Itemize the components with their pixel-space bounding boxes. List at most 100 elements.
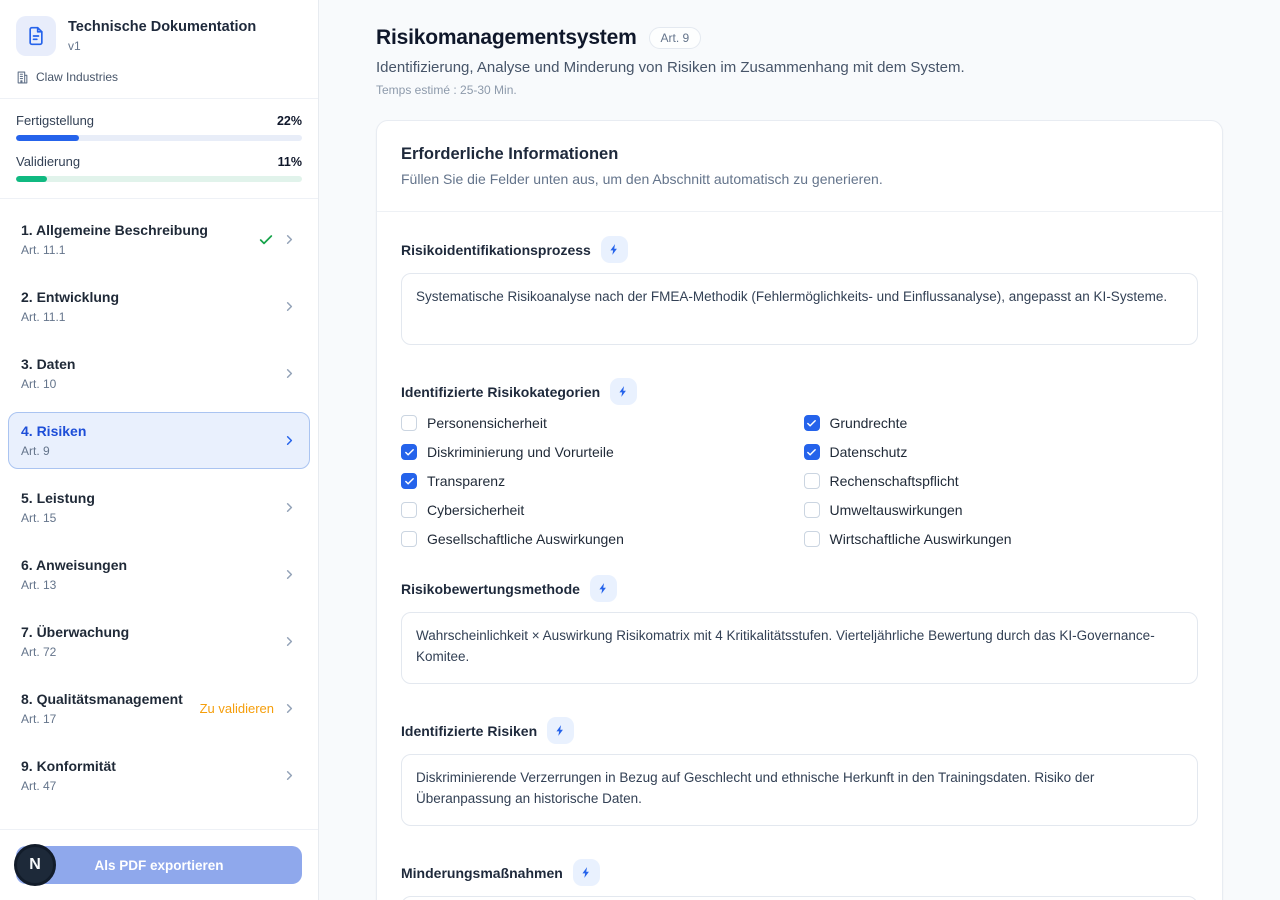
- chevron-right-icon: [282, 567, 297, 582]
- card-subtitle: Füllen Sie die Felder unten aus, um den …: [401, 171, 1198, 187]
- sidebar-item-6[interactable]: 6. Anweisungen Art. 13: [8, 546, 310, 603]
- checkbox-option[interactable]: Gesellschaftliche Auswirkungen: [401, 531, 796, 547]
- section-title: 9. Konformität: [21, 758, 116, 774]
- validation-progress-bar: [16, 176, 302, 182]
- ai-generate-button[interactable]: [590, 575, 617, 602]
- avatar[interactable]: N: [14, 844, 56, 886]
- section-article: Art. 10: [21, 377, 75, 391]
- risikobewertungsmethode-input[interactable]: Wahrscheinlichkeit × Auswirkung Risikoma…: [401, 612, 1198, 684]
- section-article: Art. 47: [21, 779, 116, 793]
- document-version: v1: [68, 39, 256, 53]
- field-identifizierte-risiken: Identifizierte Risiken Diskriminierende …: [401, 717, 1198, 831]
- checkbox-label: Cybersicherheit: [427, 502, 524, 518]
- sidebar-item-8[interactable]: 8. Qualitätsmanagement Art. 17 Zu validi…: [8, 680, 310, 737]
- document-title: Technische Dokumentation: [68, 19, 256, 35]
- checkbox[interactable]: [401, 444, 417, 460]
- section-title: 4. Risiken: [21, 423, 86, 439]
- checkbox-option[interactable]: Datenschutz: [804, 444, 1199, 460]
- chevron-right-icon: [282, 701, 297, 716]
- page-subtitle: Identifizierung, Analyse und Minderung v…: [376, 59, 1223, 76]
- company-name: Claw Industries: [36, 70, 118, 84]
- time-estimate: Temps estimé : 25-30 Min.: [376, 83, 1223, 97]
- section-article: Art. 15: [21, 511, 95, 525]
- checkbox-option[interactable]: Wirtschaftliche Auswirkungen: [804, 531, 1199, 547]
- checkbox-option[interactable]: Cybersicherheit: [401, 502, 796, 518]
- field-risikobewertungsmethode: Risikobewertungsmethode Wahrscheinlichke…: [401, 575, 1198, 689]
- section-title: 3. Daten: [21, 356, 75, 372]
- field-label: Risikoidentifikationsprozess: [401, 242, 591, 258]
- checkbox-option[interactable]: Diskriminierung und Vorurteile: [401, 444, 796, 460]
- sidebar-item-9[interactable]: 9. Konformität Art. 47: [8, 747, 310, 804]
- field-label: Minderungsmaßnahmen: [401, 865, 563, 881]
- section-article: Art. 11.1: [21, 243, 208, 257]
- export-pdf-button[interactable]: Als PDF exportieren: [16, 846, 302, 884]
- chevron-right-icon: [282, 366, 297, 381]
- section-title: 8. Qualitätsmanagement: [21, 691, 183, 707]
- chevron-right-icon: [282, 500, 297, 515]
- completion-value: 22%: [277, 114, 302, 128]
- checkbox[interactable]: [804, 473, 820, 489]
- section-article: Art. 9: [21, 444, 86, 458]
- page-header: Risikomanagementsystem Art. 9 Identifizi…: [376, 26, 1223, 97]
- field-label: Identifizierte Risikokategorien: [401, 384, 600, 400]
- ai-generate-button[interactable]: [601, 236, 628, 263]
- checkbox-label: Umweltauswirkungen: [830, 502, 963, 518]
- card-body: Risikoidentifikationsprozess Systematisc…: [377, 212, 1222, 900]
- field-risikoidentifikationsprozess: Risikoidentifikationsprozess Systematisc…: [401, 236, 1198, 350]
- sidebar-item-2[interactable]: 2. Entwicklung Art. 11.1: [8, 278, 310, 335]
- field-label: Risikobewertungsmethode: [401, 581, 580, 597]
- completion-label: Fertigstellung: [16, 113, 94, 128]
- validation-badge: Zu validieren: [200, 701, 274, 716]
- checkbox-label: Grundrechte: [830, 415, 908, 431]
- field-label: Identifizierte Risiken: [401, 723, 537, 739]
- sidebar: Technische Dokumentation v1 Claw Industr…: [0, 0, 319, 900]
- chevron-right-icon: [282, 299, 297, 314]
- checkbox-option[interactable]: Rechenschaftspflicht: [804, 473, 1199, 489]
- section-title: 1. Allgemeine Beschreibung: [21, 222, 208, 238]
- section-article: Art. 17: [21, 712, 183, 726]
- sidebar-item-3[interactable]: 3. Daten Art. 10: [8, 345, 310, 402]
- checkbox[interactable]: [804, 502, 820, 518]
- checkbox-option[interactable]: Grundrechte: [804, 415, 1199, 431]
- card-title: Erforderliche Informationen: [401, 145, 1198, 164]
- sidebar-header: Technische Dokumentation v1 Claw Industr…: [0, 0, 318, 99]
- minderungsmassnahmen-input[interactable]: Vierteljährliche Bias-Audits. Diversifiz…: [401, 896, 1198, 900]
- sidebar-item-7[interactable]: 7. Überwachung Art. 72: [8, 613, 310, 670]
- chevron-right-icon: [282, 232, 297, 247]
- risikoidentifikationsprozess-input[interactable]: Systematische Risikoanalyse nach der FME…: [401, 273, 1198, 345]
- checkbox-label: Personensicherheit: [427, 415, 547, 431]
- checkbox-label: Gesellschaftliche Auswirkungen: [427, 531, 624, 547]
- checkbox-label: Rechenschaftspflicht: [830, 473, 959, 489]
- checkbox-option[interactable]: Transparenz: [401, 473, 796, 489]
- checkbox[interactable]: [401, 473, 417, 489]
- sidebar-item-1[interactable]: 1. Allgemeine Beschreibung Art. 11.1: [8, 211, 310, 268]
- main-content: Risikomanagementsystem Art. 9 Identifizi…: [319, 0, 1280, 900]
- ai-generate-button[interactable]: [610, 378, 637, 405]
- card-header: Erforderliche Informationen Füllen Sie d…: [377, 121, 1222, 212]
- validation-label: Validierung: [16, 154, 80, 169]
- checkbox-label: Diskriminierung und Vorurteile: [427, 444, 614, 460]
- chevron-right-icon: [282, 634, 297, 649]
- section-title: 7. Überwachung: [21, 624, 129, 640]
- checkbox[interactable]: [401, 502, 417, 518]
- ai-generate-button[interactable]: [573, 859, 600, 886]
- validation-progress-fill: [16, 176, 47, 182]
- checkbox[interactable]: [804, 415, 820, 431]
- checkbox[interactable]: [401, 415, 417, 431]
- checkbox-option[interactable]: Personensicherheit: [401, 415, 796, 431]
- progress-section: Fertigstellung 22% Validierung 11%: [0, 99, 318, 199]
- checkbox[interactable]: [804, 531, 820, 547]
- validation-progress: Validierung 11%: [16, 154, 302, 182]
- identifizierte-risiken-input[interactable]: Diskriminierende Verzerrungen in Bezug a…: [401, 754, 1198, 826]
- checkbox[interactable]: [804, 444, 820, 460]
- building-icon: [16, 71, 29, 84]
- checkbox[interactable]: [401, 531, 417, 547]
- document-meta: Technische Dokumentation v1: [68, 16, 256, 53]
- section-title: 6. Anweisungen: [21, 557, 127, 573]
- ai-generate-button[interactable]: [547, 717, 574, 744]
- checkbox-option[interactable]: Umweltauswirkungen: [804, 502, 1199, 518]
- sidebar-item-4[interactable]: 4. Risiken Art. 9: [8, 412, 310, 469]
- checkbox-label: Datenschutz: [830, 444, 908, 460]
- validation-value: 11%: [278, 155, 302, 169]
- sidebar-item-5[interactable]: 5. Leistung Art. 15: [8, 479, 310, 536]
